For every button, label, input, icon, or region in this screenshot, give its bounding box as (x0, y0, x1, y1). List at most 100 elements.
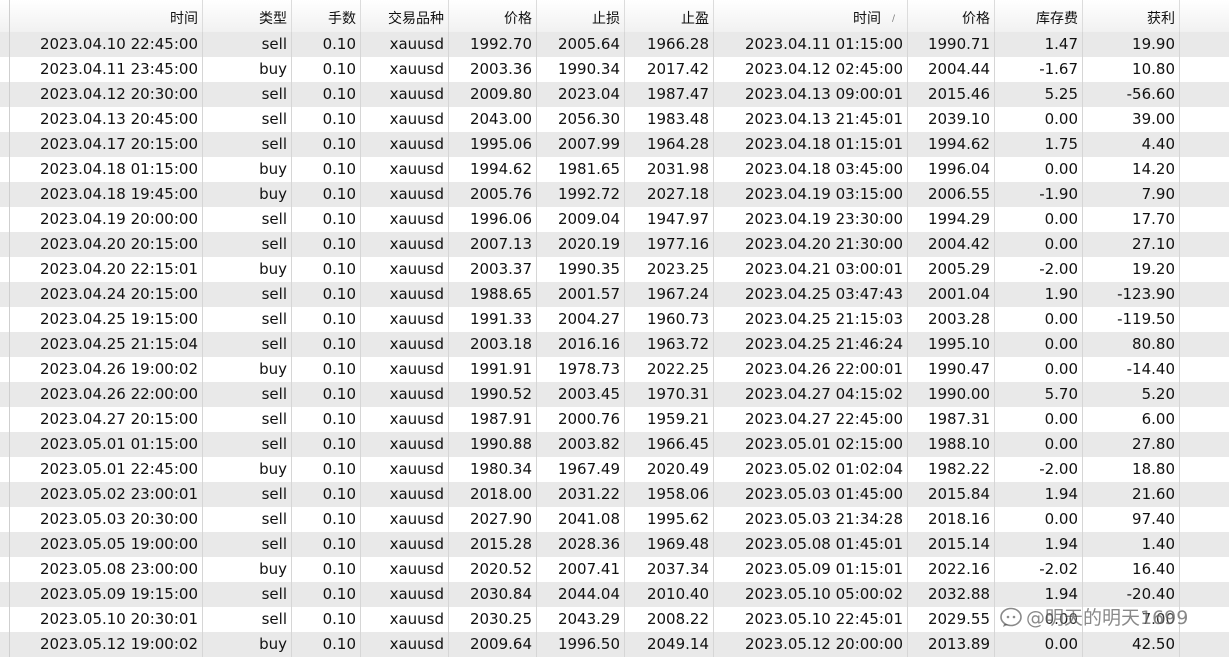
table-row[interactable]: 2023.04.27 20:15:00 sell 0.10 xauusd 1987.91… (0, 407, 1229, 432)
cell-close-time: 2023.04.25 21:46:24 (714, 332, 908, 357)
cell-close-price: 2003.28 (908, 307, 995, 332)
cell-open-price: 2027.90 (449, 507, 537, 532)
table-row[interactable]: 2023.04.20 22:15:01 buy 0.10 xauusd 2003.37 1… (0, 257, 1229, 282)
column-header-volume[interactable]: 手数 (292, 0, 361, 32)
table-row[interactable]: 2023.05.01 01:15:00 sell 0.10 xauusd 1990.88… (0, 432, 1229, 457)
cell-symbol: xauusd (361, 257, 449, 282)
cell-open-price: 2003.37 (449, 257, 537, 282)
cell-type: sell (203, 207, 292, 232)
table-row[interactable]: 2023.04.18 19:45:00 buy 0.10 xauusd 2005.76 1… (0, 182, 1229, 207)
column-header-open-price[interactable]: 价格 (449, 0, 537, 32)
cell-symbol: xauusd (361, 282, 449, 307)
cell-close-time: 2023.04.11 01:15:00 (714, 32, 908, 57)
cell-symbol: xauusd (361, 182, 449, 207)
cell-open-time: 2023.04.12 20:30:00 (10, 82, 203, 107)
cell-close-time: 2023.05.02 01:02:04 (714, 457, 908, 482)
cell-close-price: 2005.29 (908, 257, 995, 282)
cell-close-price: 2013.89 (908, 632, 995, 657)
table-row[interactable]: 2023.04.18 01:15:00 buy 0.10 xauusd 1994.62 1… (0, 157, 1229, 182)
cell-take-profit: 2022.25 (625, 357, 714, 382)
cell-close-price: 1990.71 (908, 32, 995, 57)
table-row[interactable]: 2023.04.12 20:30:00 sell 0.10 xauusd 2009.80… (0, 82, 1229, 107)
watermark-text: @明天的明天1699 (1026, 607, 1189, 629)
table-header: 时间 类型 手数 交易品种 价格 止损 止盈 时间 价格 库存费 获利 (0, 0, 1229, 33)
cell-stop-loss: 2023.04 (537, 82, 625, 107)
cell-swap: 0.00 (995, 232, 1083, 257)
cell-close-price: 1996.04 (908, 157, 995, 182)
row-selector-column[interactable] (0, 0, 10, 657)
cell-volume: 0.10 (292, 182, 361, 207)
cell-take-profit: 1960.73 (625, 307, 714, 332)
cell-type: buy (203, 632, 292, 657)
cell-swap: 5.25 (995, 82, 1083, 107)
cell-take-profit: 1966.45 (625, 432, 714, 457)
cell-open-price: 1991.33 (449, 307, 537, 332)
table-row[interactable]: 2023.05.02 23:00:01 sell 0.10 xauusd 2018.00… (0, 482, 1229, 507)
table-row[interactable]: 2023.05.05 19:00:00 sell 0.10 xauusd 2015.28… (0, 532, 1229, 557)
table-row[interactable]: 2023.05.01 22:45:00 buy 0.10 xauusd 1980.34 1… (0, 457, 1229, 482)
table-row[interactable]: 2023.04.17 20:15:00 sell 0.10 xauusd 1995.06… (0, 132, 1229, 157)
cell-profit: 18.80 (1083, 457, 1180, 482)
table-row[interactable]: 2023.04.20 20:15:00 sell 0.10 xauusd 2007.13… (0, 232, 1229, 257)
cell-symbol: xauusd (361, 57, 449, 82)
table-row[interactable]: 2023.04.26 22:00:00 sell 0.10 xauusd 1990.52… (0, 382, 1229, 407)
cell-volume: 0.10 (292, 482, 361, 507)
cell-stop-loss: 2007.41 (537, 557, 625, 582)
column-header-close-price[interactable]: 价格 (908, 0, 995, 32)
cell-type: sell (203, 282, 292, 307)
cell-open-time: 2023.05.01 01:15:00 (10, 432, 203, 457)
cell-swap: 0.00 (995, 507, 1083, 532)
cell-symbol: xauusd (361, 32, 449, 57)
cell-take-profit: 2023.25 (625, 257, 714, 282)
cell-type: buy (203, 357, 292, 382)
cell-take-profit: 1983.48 (625, 107, 714, 132)
cell-open-time: 2023.04.20 22:15:01 (10, 257, 203, 282)
table-row[interactable]: 2023.04.10 22:45:00 sell 0.10 xauusd 1992.70… (0, 32, 1229, 57)
cell-swap: 1.94 (995, 532, 1083, 557)
table-row[interactable]: 2023.04.24 20:15:00 sell 0.10 xauusd 1988.65… (0, 282, 1229, 307)
cell-volume: 0.10 (292, 307, 361, 332)
cell-profit: -123.90 (1083, 282, 1180, 307)
column-header-symbol[interactable]: 交易品种 (361, 0, 449, 32)
cell-volume: 0.10 (292, 432, 361, 457)
table-row[interactable]: 2023.04.26 19:00:02 buy 0.10 xauusd 1991.91 1… (0, 357, 1229, 382)
cell-volume: 0.10 (292, 232, 361, 257)
column-header-type[interactable]: 类型 (203, 0, 292, 32)
cell-stop-loss: 2003.82 (537, 432, 625, 457)
cell-open-price: 1992.70 (449, 32, 537, 57)
table-row[interactable]: 2023.04.13 20:45:00 sell 0.10 xauusd 2043.00… (0, 107, 1229, 132)
cell-profit: 21.60 (1083, 482, 1180, 507)
column-header-take-profit[interactable]: 止盈 (625, 0, 714, 32)
table-row[interactable]: 2023.04.25 19:15:00 sell 0.10 xauusd 1991.33… (0, 307, 1229, 332)
table-row[interactable]: 2023.04.25 21:15:04 sell 0.10 xauusd 2003.18… (0, 332, 1229, 357)
cell-close-time: 2023.04.19 23:30:00 (714, 207, 908, 232)
table-row[interactable]: 2023.04.19 20:00:00 sell 0.10 xauusd 1996.06… (0, 207, 1229, 232)
cell-stop-loss: 2007.99 (537, 132, 625, 157)
cell-volume: 0.10 (292, 57, 361, 82)
cell-close-time: 2023.04.25 21:15:03 (714, 307, 908, 332)
table-row[interactable]: 2023.05.12 19:00:02 buy 0.10 xauusd 2009.64 1… (0, 632, 1229, 657)
cell-close-price: 1987.31 (908, 407, 995, 432)
cell-stop-loss: 2000.76 (537, 407, 625, 432)
column-header-swap[interactable]: 库存费 (995, 0, 1083, 32)
column-header-profit[interactable]: 获利 (1083, 0, 1180, 32)
column-header-stop-loss[interactable]: 止损 (537, 0, 625, 32)
table-row[interactable]: 2023.05.03 20:30:00 sell 0.10 xauusd 2027.90… (0, 507, 1229, 532)
cell-swap: -1.90 (995, 182, 1083, 207)
cell-volume: 0.10 (292, 457, 361, 482)
cell-open-price: 2043.00 (449, 107, 537, 132)
column-header-close-time[interactable]: 时间 (714, 0, 908, 32)
column-header-open-time[interactable]: 时间 (10, 0, 203, 32)
cell-profit: 39.00 (1083, 107, 1180, 132)
cell-close-price: 2039.10 (908, 107, 995, 132)
cell-open-time: 2023.05.09 19:15:00 (10, 582, 203, 607)
cell-stop-loss: 1981.65 (537, 157, 625, 182)
table-row[interactable]: 2023.05.08 23:00:00 buy 0.10 xauusd 2020.52 2… (0, 557, 1229, 582)
cell-volume: 0.10 (292, 157, 361, 182)
cell-type: sell (203, 582, 292, 607)
cell-symbol: xauusd (361, 482, 449, 507)
table-row[interactable]: 2023.04.11 23:45:00 buy 0.10 xauusd 2003.36 1… (0, 57, 1229, 82)
cell-stop-loss: 2016.16 (537, 332, 625, 357)
cell-stop-loss: 1992.72 (537, 182, 625, 207)
cell-swap: 1.90 (995, 282, 1083, 307)
